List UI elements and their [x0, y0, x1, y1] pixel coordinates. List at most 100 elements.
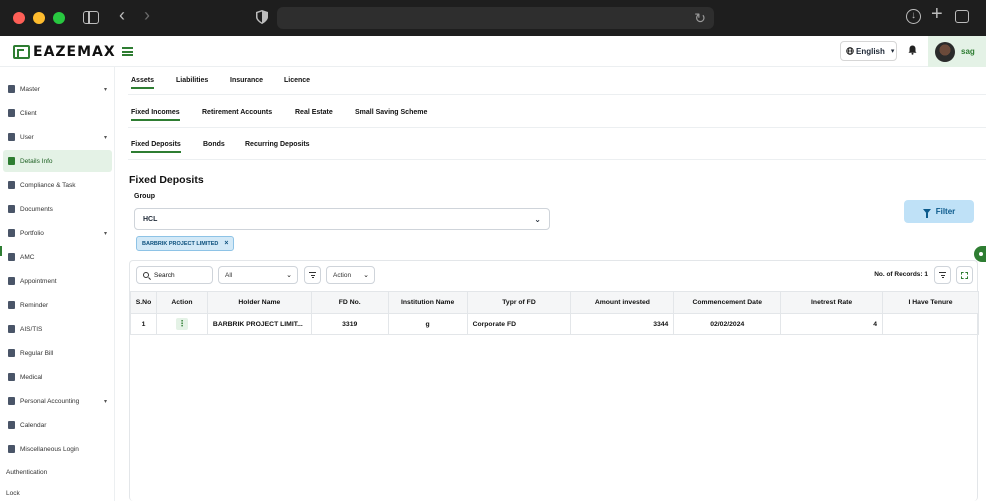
side-panel-handle-icon[interactable] [974, 246, 986, 262]
chevron-down-icon: ⌄ [363, 272, 369, 279]
column-header[interactable]: Typr of FD [466, 291, 572, 314]
tab-small-saving-scheme[interactable]: Small Saving Scheme [355, 109, 427, 116]
sidebar-item-portfolio[interactable]: Portfolio ▾ [3, 222, 112, 244]
sidebar-item-label: Regular Bill [20, 349, 54, 357]
tab-retirement-accounts[interactable]: Retirement Accounts [202, 109, 272, 116]
sidebar-item-lock[interactable]: Lock [6, 490, 20, 497]
ais-icon [8, 325, 15, 333]
column-header[interactable]: Amount invested [570, 291, 675, 314]
tab-recurring-deposits[interactable]: Recurring Deposits [245, 141, 310, 148]
sidebar-item-client[interactable]: Client [3, 102, 112, 124]
logo-text: EAZEMAX [33, 44, 116, 60]
reload-icon[interactable]: ↻ [694, 10, 706, 27]
fullscreen-button[interactable] [956, 266, 973, 284]
sidebar-item-ais-tis[interactable]: AIS/TIS [3, 318, 112, 340]
sidebar-toggle-icon[interactable] [83, 11, 99, 24]
user-icon [8, 133, 15, 141]
tab-fixed-incomes[interactable]: Fixed Incomes [131, 109, 180, 121]
shield-icon[interactable] [256, 10, 268, 24]
language-select[interactable]: English ▾ [840, 41, 897, 61]
column-header[interactable]: Commencement Date [673, 291, 782, 314]
tab-bonds[interactable]: Bonds [203, 141, 225, 148]
sidebar-item-authentication[interactable]: Authentication [6, 469, 47, 476]
sidebar-item-compliance[interactable]: Compliance & Task [3, 174, 112, 196]
sidebar-item-user[interactable]: User ▾ [3, 126, 112, 148]
action-select[interactable]: Action ⌄ [326, 266, 375, 284]
scope-select[interactable]: All ⌄ [218, 266, 298, 284]
download-icon[interactable]: ↓ [906, 9, 921, 24]
minimize-window-button[interactable] [33, 12, 45, 24]
table-row[interactable]: 1 ⋮ BARBRIK PROJECT LIMIT... 3319 g Corp… [130, 313, 979, 335]
data-table: S.No Action Holder Name FD No. Instituti… [130, 291, 979, 335]
tab-fixed-deposits[interactable]: Fixed Deposits [131, 141, 181, 153]
column-filter-button[interactable] [934, 266, 951, 284]
sidebar: Master ▾ Client User ▾ Details Info Compli… [0, 67, 115, 501]
sidebar-item-label: Reminder [20, 301, 49, 309]
sidebar-item-medical[interactable]: Medical [3, 366, 112, 388]
bell-icon[interactable] [908, 45, 917, 55]
cell-institution: g [387, 313, 468, 335]
chip-label: BARBRIK PROJECT LIMITED [142, 240, 219, 247]
user-menu[interactable]: sag [928, 36, 986, 67]
column-header[interactable]: Action [155, 291, 208, 314]
search-icon [143, 272, 149, 278]
sidebar-item-reminder[interactable]: Reminder [3, 294, 112, 316]
sidebar-item-appointment[interactable]: Appointment [3, 270, 112, 292]
column-header[interactable]: Institution Name [387, 291, 468, 314]
sidebar-item-label: Compliance & Task [20, 181, 76, 189]
sidebar-item-amc[interactable]: AMC [3, 246, 112, 268]
close-window-button[interactable] [13, 12, 25, 24]
back-icon[interactable]: ‹ [119, 6, 125, 24]
portfolio-icon [8, 229, 15, 237]
selected-holder-chip: BARBRIK PROJECT LIMITED × [136, 236, 235, 251]
cell-action: ⋮ [155, 313, 208, 335]
sidebar-item-documents[interactable]: Documents [3, 198, 112, 220]
cell-amount: 3344 [570, 313, 675, 335]
filter-button[interactable]: Filter [904, 200, 974, 223]
tab-insurance[interactable]: Insurance [230, 77, 263, 84]
zoom-window-button[interactable] [53, 12, 65, 24]
search-placeholder: Search [154, 271, 175, 279]
amc-icon [8, 253, 15, 261]
active-marker [0, 246, 2, 256]
group-select[interactable]: HCL ⌄ [134, 208, 550, 230]
sidebar-item-label: Appointment [20, 277, 57, 285]
chevron-down-icon: ⌄ [534, 214, 541, 224]
tab-liabilities[interactable]: Liabilities [176, 77, 208, 84]
table-header-row: S.No Action Holder Name FD No. Instituti… [130, 291, 979, 314]
sidebar-item-details-info[interactable]: Details Info [3, 150, 112, 172]
group-select-value: HCL [143, 215, 158, 223]
chevron-down-icon: ▾ [103, 86, 107, 93]
sidebar-item-personal-accounting[interactable]: Personal Accounting ▾ [3, 390, 112, 412]
column-header[interactable]: I Have Tenure [882, 291, 979, 314]
tab-assets[interactable]: Assets [131, 77, 154, 89]
sidebar-item-misc-login[interactable]: Miscellaneous Login [3, 438, 112, 460]
sidebar-item-master[interactable]: Master ▾ [3, 78, 112, 100]
document-icon [8, 157, 15, 165]
chip-remove-icon[interactable]: × [224, 240, 228, 247]
logo-mark-icon [13, 45, 30, 59]
tab-real-estate[interactable]: Real Estate [295, 109, 333, 116]
forward-icon[interactable]: › [144, 6, 150, 24]
column-header[interactable]: Holder Name [206, 291, 312, 314]
address-bar[interactable]: ↻ [277, 7, 714, 29]
search-input[interactable]: Search [136, 266, 213, 284]
reminder-icon [8, 301, 15, 309]
column-header[interactable]: S.No [130, 291, 157, 314]
filter-icon [922, 209, 931, 218]
logo[interactable]: EAZEMAX [13, 44, 116, 60]
row-menu-icon[interactable]: ⋮ [175, 318, 188, 330]
sidebar-item-regular-bill[interactable]: Regular Bill [3, 342, 112, 364]
sort-filter-button[interactable] [304, 266, 321, 284]
column-header[interactable]: Inetrest Rate [780, 291, 884, 314]
sidebar-item-calendar[interactable]: Calendar [3, 414, 112, 436]
menu-toggle-icon[interactable] [122, 47, 133, 56]
tab-licence[interactable]: Licence [284, 77, 310, 84]
user-name: sag [961, 47, 975, 56]
column-header[interactable]: FD No. [310, 291, 389, 314]
tab-overview-icon[interactable] [955, 10, 969, 23]
cell-sno: 1 [130, 313, 157, 335]
chevron-down-icon: ▾ [103, 230, 107, 237]
master-icon [8, 85, 15, 93]
new-tab-icon[interactable]: + [931, 4, 943, 24]
